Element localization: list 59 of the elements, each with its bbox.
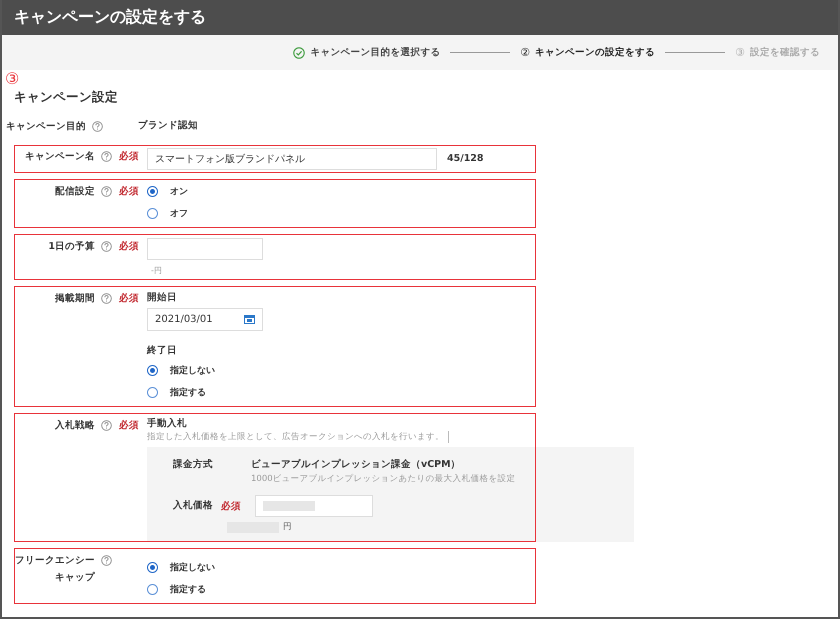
help-icon[interactable]	[101, 241, 112, 252]
currency-unit: 円	[283, 521, 292, 533]
step-label: キャンペーンの設定をする	[535, 46, 656, 59]
end-date-label: 終了日	[147, 344, 178, 358]
help-icon[interactable]	[101, 186, 112, 197]
radio-button[interactable]	[147, 562, 158, 572]
step-number: ③	[735, 46, 745, 59]
date-field[interactable]: 2021/03/01	[147, 308, 263, 331]
field-label: 掲載期間	[54, 292, 95, 306]
required-label: 必須	[118, 184, 140, 199]
help-icon[interactable]	[92, 121, 103, 132]
option-label: 指定しない	[170, 561, 215, 574]
field-label: 配信設定	[54, 184, 95, 199]
billing-value: ビューアブルインプレッション課金（vCPM）	[251, 458, 462, 472]
bid-strategy: 手動入札	[147, 417, 188, 431]
field-label: 1日の予算	[47, 240, 95, 254]
bid-description: 指定した入札価格を上限として、広告オークションへの入札を行います。	[147, 431, 449, 443]
step-label: 設定を確認する	[750, 46, 820, 59]
help-icon[interactable]	[101, 151, 112, 162]
required-label: 必須	[118, 150, 140, 164]
billing-label: 課金方式	[173, 458, 214, 472]
field-label: キャンペーン名	[24, 150, 95, 164]
annotation-number: ③	[4, 70, 20, 87]
help-icon[interactable]	[101, 420, 112, 431]
page-title: キャンペーンの設定をする	[2, 0, 838, 35]
section-title: キャンペーン設定	[13, 88, 119, 106]
option-label: 指定しない	[170, 364, 215, 376]
radio-button[interactable]	[147, 364, 158, 376]
character-counter: 45/128	[447, 152, 484, 166]
required-label: 必須	[220, 500, 241, 514]
help-icon[interactable]	[101, 293, 112, 304]
required-label: 必須	[118, 418, 140, 433]
redaction-block	[263, 501, 315, 511]
field-label: キャンペーン目的	[5, 120, 86, 134]
radio-button[interactable]	[147, 208, 158, 218]
radio-button[interactable]	[147, 386, 158, 398]
currency-note: -円	[150, 265, 163, 276]
field-value: ブランド認知	[138, 118, 199, 133]
option-label: 指定する	[170, 583, 206, 596]
input-field[interactable]: スマートフォン版ブランドパネル	[147, 148, 437, 170]
option-label: オン	[170, 186, 188, 198]
step-label: キャンペーン目的を選択する	[310, 46, 440, 59]
help-icon[interactable]	[101, 555, 112, 566]
input-field[interactable]	[255, 495, 373, 517]
calendar-icon[interactable]	[244, 315, 255, 324]
required-label: 必須	[118, 240, 140, 254]
radio-button[interactable]	[147, 186, 158, 196]
start-date-label: 開始日	[147, 291, 178, 305]
check-icon	[293, 46, 306, 58]
field-label: 入札戦略	[54, 418, 95, 433]
input-field[interactable]	[147, 238, 263, 260]
option-label: オフ	[170, 208, 188, 220]
step-number: ②	[520, 46, 530, 59]
billing-note: 1000ビューアブルインプレッションあたりの最大入札価格を設定	[251, 473, 517, 485]
bid-price-label: 入札価格	[173, 498, 213, 513]
field-label: フリークエンシーキャップ	[14, 554, 95, 585]
radio-button[interactable]	[147, 584, 158, 594]
required-label: 必須	[118, 292, 140, 306]
option-label: 指定する	[170, 386, 206, 398]
